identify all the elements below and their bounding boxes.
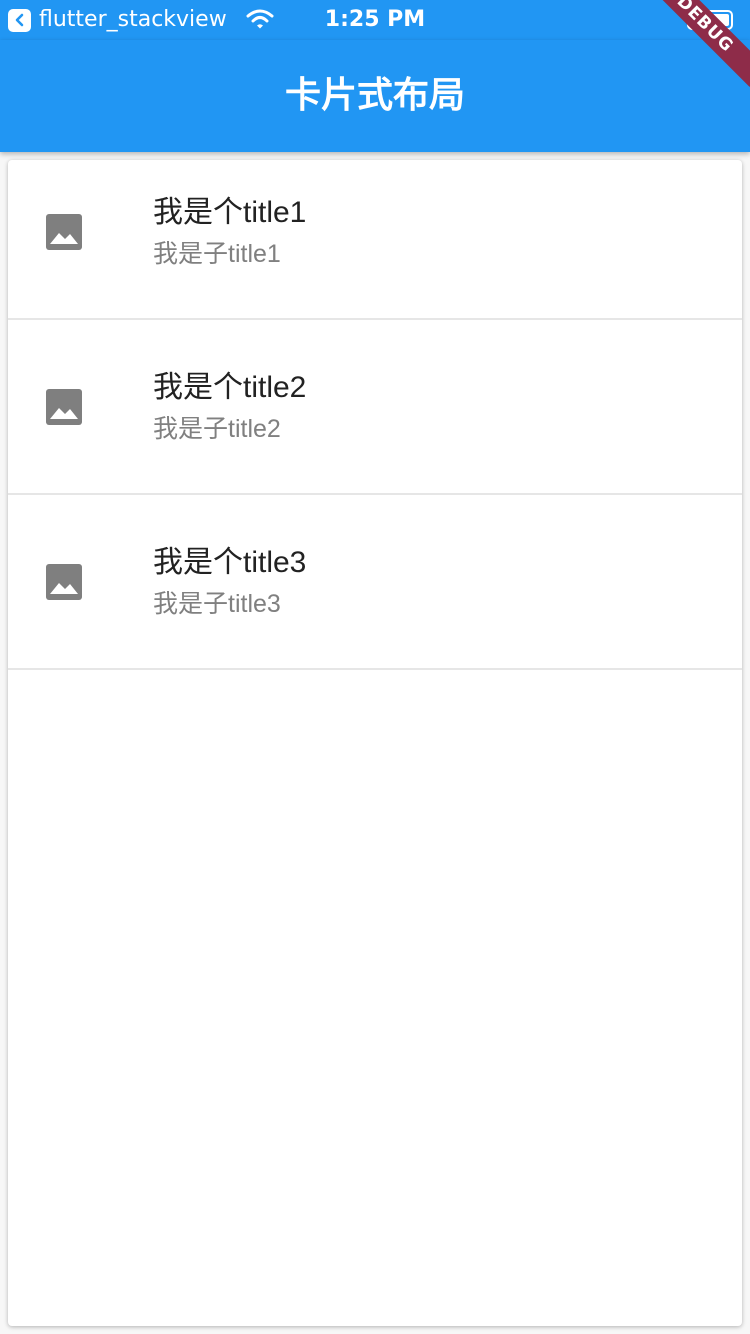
status-time: 1:25 PM [324, 7, 426, 32]
item-title: 我是个title2 [153, 371, 307, 404]
app-bar: 卡片式布局 [0, 40, 750, 152]
list-item[interactable]: 我是个title2 我是子title2 [8, 320, 742, 495]
item-subtitle: 我是子title3 [153, 590, 281, 618]
item-title: 我是个title3 [153, 546, 307, 579]
image-icon [46, 389, 82, 425]
image-icon [46, 564, 82, 600]
page-title: 卡片式布局 [284, 75, 465, 116]
item-subtitle: 我是子title2 [153, 415, 281, 443]
status-bar: flutter_stackview 1:25 PM [0, 0, 750, 40]
list-item[interactable]: 我是个title3 我是子title3 [8, 495, 742, 670]
card: 我是个title1 我是子title1 我是个title2 我是子title2 … [8, 160, 742, 1326]
image-icon [46, 214, 82, 250]
item-title: 我是个title1 [153, 196, 307, 229]
list-item[interactable]: 我是个title1 我是子title1 [8, 160, 742, 320]
item-subtitle: 我是子title1 [153, 240, 281, 268]
